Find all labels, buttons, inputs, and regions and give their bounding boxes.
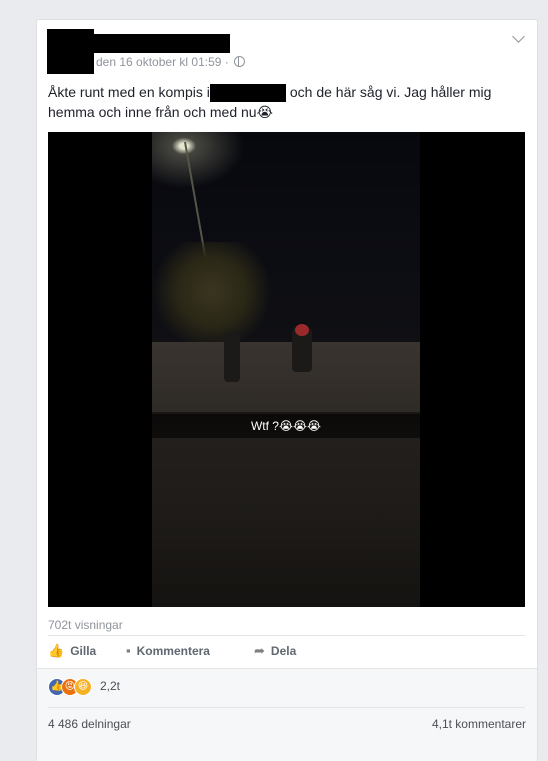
redacted-place [210, 84, 286, 102]
post-card: den 16 oktober kl 01:59 · Åkte runt med … [36, 19, 538, 761]
like-button[interactable]: 👍 Gilla [48, 636, 96, 666]
comment-icon: ▪ [126, 643, 131, 658]
globe-icon [234, 56, 246, 67]
chevron-down-icon[interactable] [512, 30, 525, 43]
reaction-count[interactable]: 2,2t [100, 679, 120, 693]
view-count: 702t visningar [48, 618, 123, 632]
post-footer: 👍 😡 😆 2,2t 4 486 delningar 4,1t kommenta… [37, 668, 537, 761]
share-button[interactable]: ➦ Dela [254, 636, 296, 666]
haha-icon: 😆 [74, 678, 92, 696]
share-icon: ➦ [254, 643, 265, 658]
comment-label: Kommentera [136, 644, 210, 658]
share-count[interactable]: 4 486 delningar [48, 717, 131, 731]
red-mask [295, 324, 309, 336]
comment-button[interactable]: ▪ Kommentera [126, 636, 210, 666]
divider [48, 707, 525, 708]
avatar[interactable] [47, 29, 94, 74]
post-text-part1: Åkte runt med en kompis i [48, 84, 210, 100]
author-name[interactable] [94, 34, 230, 53]
video-caption: Wtf ?😭😭😭 [152, 414, 420, 438]
video-frame [152, 132, 420, 607]
tree [152, 242, 272, 352]
thumbs-up-icon: 👍 [48, 643, 65, 658]
comment-count[interactable]: 4,1t kommentarer [432, 717, 526, 731]
road [152, 342, 420, 412]
video-player[interactable]: Wtf ?😭😭😭 [48, 132, 525, 607]
action-bar: 👍 Gilla ▪ Kommentera ➦ Dela [48, 636, 525, 666]
post-meta: den 16 oktober kl 01:59 · [96, 55, 246, 69]
like-label: Gilla [70, 644, 97, 658]
share-label: Dela [270, 644, 297, 658]
post-timestamp[interactable]: den 16 oktober kl 01:59 · [96, 55, 229, 69]
person-left [224, 332, 240, 382]
crying-emoji: 😭 [256, 104, 273, 120]
